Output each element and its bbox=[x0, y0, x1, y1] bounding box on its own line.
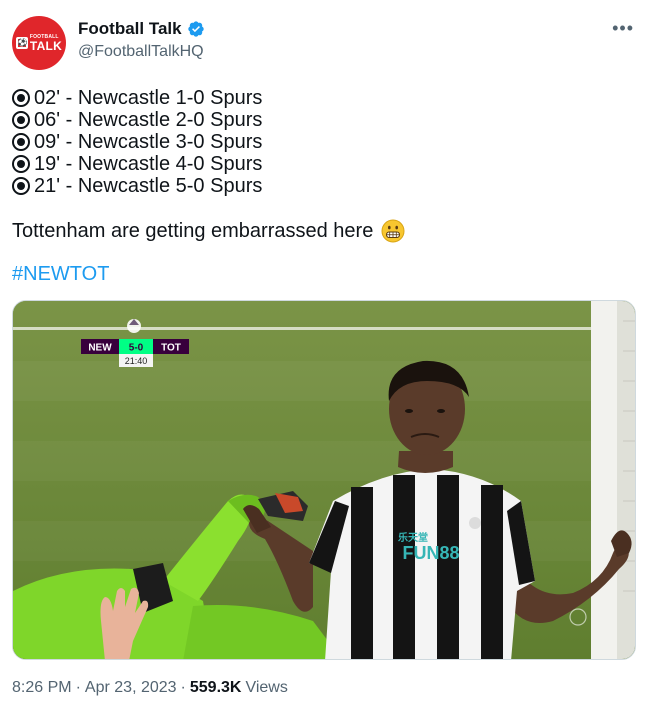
goal-text: 06' - Newcastle 2-0 Spurs bbox=[34, 109, 263, 131]
avatar-text-main: TALK bbox=[29, 38, 63, 53]
tweet-caption: Tottenham are getting embarrassed here bbox=[12, 219, 405, 243]
home-team-abbr: NEW bbox=[88, 343, 112, 354]
away-team-abbr: TOT bbox=[161, 343, 181, 354]
score: 5-0 bbox=[129, 343, 144, 354]
radio-bullet-icon bbox=[12, 133, 30, 151]
meta-separator: · bbox=[180, 679, 186, 696]
goal-line: 19' - Newcastle 4-0 Spurs bbox=[12, 153, 632, 175]
views-label: Views bbox=[245, 679, 288, 696]
grimacing-face-icon bbox=[381, 219, 405, 243]
author-name-row[interactable]: Football Talk bbox=[78, 19, 205, 39]
goal-text: 02' - Newcastle 1-0 Spurs bbox=[34, 87, 263, 109]
author-handle[interactable]: @FootballTalkHQ bbox=[78, 43, 204, 61]
verified-badge-icon bbox=[187, 21, 204, 37]
svg-text:FUN88: FUN88 bbox=[402, 543, 459, 563]
radio-bullet-icon bbox=[12, 177, 30, 195]
tweet-time[interactable]: 8:26 PM bbox=[12, 679, 72, 697]
match-clock: 21:40 bbox=[125, 356, 148, 366]
svg-text:乐天堂: 乐天堂 bbox=[398, 531, 428, 544]
caption-text: Tottenham are getting embarrassed here bbox=[12, 219, 374, 242]
premier-league-logo-icon bbox=[127, 319, 141, 333]
goal-text: 21' - Newcastle 5-0 Spurs bbox=[34, 175, 263, 197]
more-options-icon[interactable]: ••• bbox=[612, 18, 634, 39]
display-name[interactable]: Football Talk bbox=[78, 19, 182, 39]
tweet-metadata: 8:26 PM · Apr 23, 2023 · 559.3K Views bbox=[12, 679, 288, 697]
goal-line: 02' - Newcastle 1-0 Spurs bbox=[12, 87, 632, 109]
goal-line: 21' - Newcastle 5-0 Spurs bbox=[12, 175, 632, 197]
hashtag-link[interactable]: #NEWTOT bbox=[12, 263, 109, 286]
tweet-date[interactable]: Apr 23, 2023 bbox=[85, 679, 177, 697]
radio-bullet-icon bbox=[12, 111, 30, 129]
views-count[interactable]: 559.3K bbox=[190, 679, 242, 697]
radio-bullet-icon bbox=[12, 155, 30, 173]
avatar[interactable]: ⚽ FOOTBALL TALK bbox=[12, 16, 66, 70]
radio-bullet-icon bbox=[12, 89, 30, 107]
football-talk-logo: ⚽ FOOTBALL TALK bbox=[15, 34, 63, 53]
goal-text: 09' - Newcastle 3-0 Spurs bbox=[34, 131, 263, 153]
tweet-media-image[interactable]: NEW 5-0 TOT 21:40 FUN88 乐天堂 bbox=[12, 300, 636, 660]
tweet-text: 02' - Newcastle 1-0 Spurs 06' - Newcastl… bbox=[12, 87, 632, 197]
goal-line: 09' - Newcastle 3-0 Spurs bbox=[12, 131, 632, 153]
goal-line: 06' - Newcastle 2-0 Spurs bbox=[12, 109, 632, 131]
logo-square-icon: ⚽ bbox=[15, 37, 28, 49]
match-photo: NEW 5-0 TOT 21:40 FUN88 乐天堂 bbox=[13, 301, 635, 659]
goal-text: 19' - Newcastle 4-0 Spurs bbox=[34, 153, 263, 175]
meta-separator: · bbox=[75, 679, 81, 696]
